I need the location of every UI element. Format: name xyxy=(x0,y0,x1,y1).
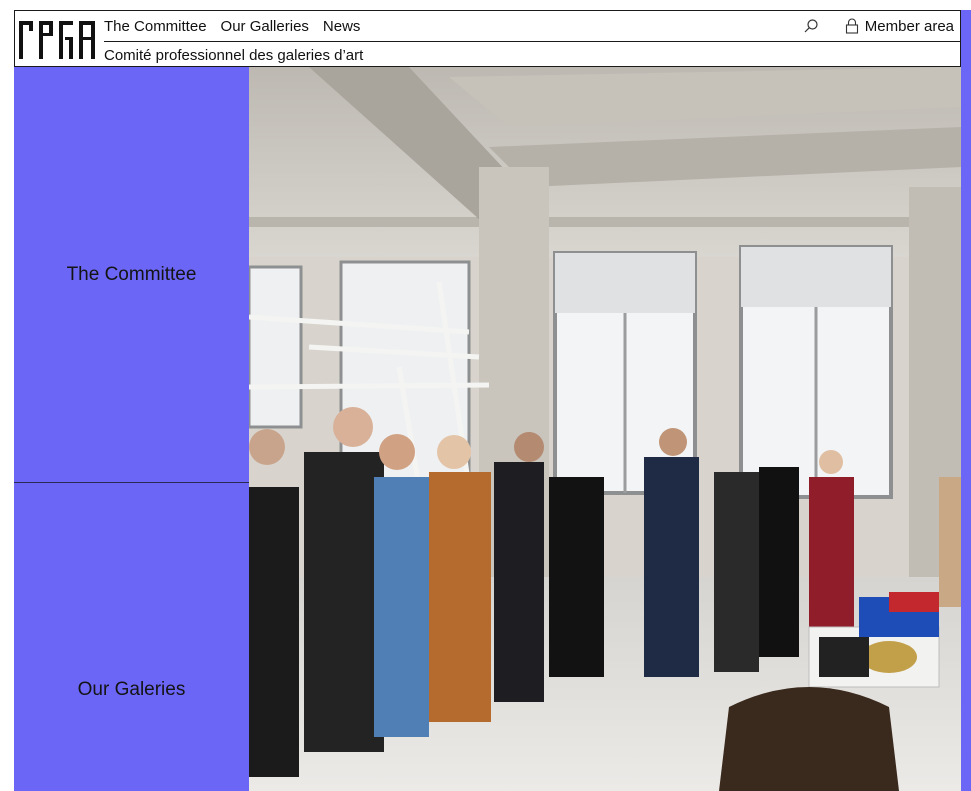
gallery-event-photo xyxy=(249,67,961,791)
site-header: The Committee Our Galleries News Member … xyxy=(14,10,961,67)
member-area-link[interactable]: Member area xyxy=(845,18,954,35)
nav-the-committee[interactable]: The Committee xyxy=(104,18,207,35)
member-area-label: Member area xyxy=(864,17,954,35)
top-nav: The Committee Our Galleries News Member … xyxy=(104,11,960,42)
search-icon[interactable] xyxy=(803,18,819,34)
committee-panel-label: The Committee xyxy=(66,263,197,285)
committee-panel[interactable]: The Committee xyxy=(14,67,249,483)
galleries-panel-label: Our Galeries xyxy=(77,679,186,700)
galleries-panel[interactable]: Our Galeries xyxy=(14,483,249,791)
right-accent-strip xyxy=(961,10,971,791)
nav-news[interactable]: News xyxy=(323,18,361,35)
lock-icon xyxy=(845,18,858,34)
nav-our-galleries[interactable]: Our Galleries xyxy=(221,18,309,35)
site-subtitle: Comité professionnel des galeries d’art xyxy=(104,46,364,64)
hero-photo xyxy=(249,67,961,791)
cpga-logo[interactable] xyxy=(19,19,101,61)
